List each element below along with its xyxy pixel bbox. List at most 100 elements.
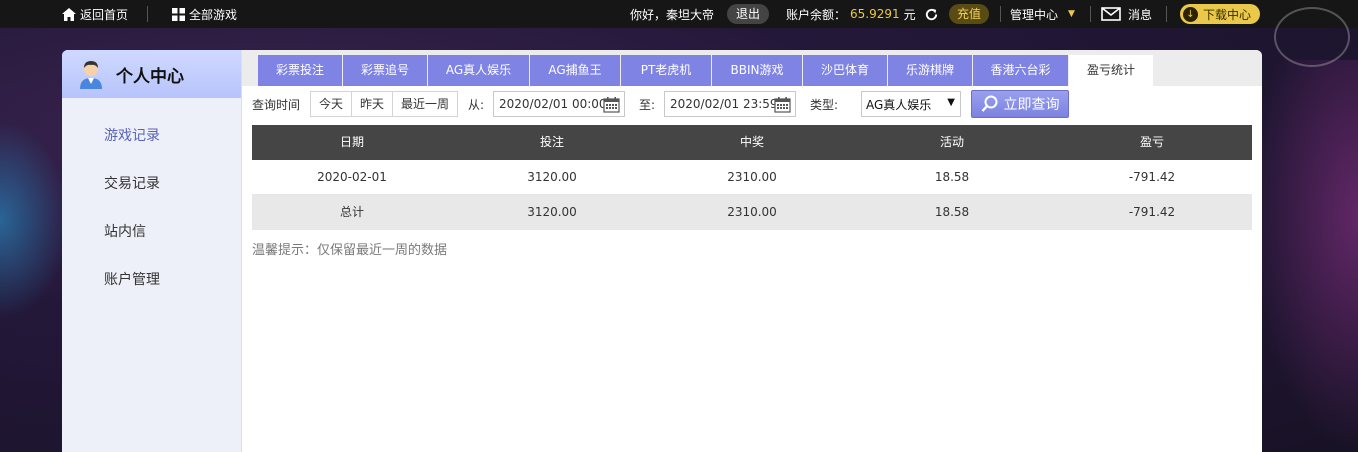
divider — [147, 6, 148, 22]
tab-leyou-chess[interactable]: 乐游棋牌 — [888, 55, 972, 86]
tab-bar: 彩票投注 彩票追号 AG真人娱乐 AG捕鱼王 PT老虎机 BBIN游戏 沙巴体育… — [242, 50, 1262, 86]
table-cell: -791.42 — [1128, 205, 1176, 219]
to-label: 至: — [639, 97, 656, 112]
triangle-down-icon: ▼ — [947, 97, 955, 108]
download-center-pill: ↓ 下载中心 — [1180, 4, 1261, 24]
column-header-bet: 投注 — [539, 135, 564, 149]
sidebar-header: 个人中心 — [62, 50, 241, 98]
table-cell: -791.42 — [1128, 170, 1176, 184]
type-select-field[interactable]: AG真人娱乐 ▼ — [861, 90, 961, 118]
from-label: 从: — [468, 97, 485, 112]
today-button[interactable]: 今天 — [311, 92, 353, 116]
tab-bbin-games[interactable]: BBIN游戏 — [712, 55, 802, 86]
table-cell: 2020-02-01 — [317, 170, 387, 184]
logout-button[interactable]: 退出 — [727, 0, 770, 28]
retention-tip: 温馨提示：仅保留最近一周的数据 — [252, 243, 448, 258]
divider — [1000, 6, 1001, 22]
table-cell: 3120.00 — [527, 205, 577, 219]
to-date-value: 2020/02/01 23:59 — [670, 97, 778, 111]
table-cell: 3120.00 — [527, 170, 577, 184]
download-icon: ↓ — [1183, 6, 1198, 22]
query-now-label: 立即查询 — [1003, 97, 1060, 113]
type-select[interactable]: AG真人娱乐 ▼ — [861, 91, 961, 117]
divider — [1166, 6, 1167, 22]
quick-range-buttons: 今天 昨天 最近一周 — [310, 91, 459, 117]
home-link[interactable]: 返回首页 — [62, 0, 128, 28]
watermark-seal — [1274, 7, 1350, 67]
balance-label: 账户余额： — [786, 7, 847, 22]
divider — [1090, 6, 1091, 22]
download-center-button[interactable]: ↓ 下载中心 — [1180, 0, 1261, 28]
tab-profit-loss[interactable]: 盈亏统计 — [1069, 55, 1153, 86]
tab-lottery-bets[interactable]: 彩票投注 — [258, 55, 342, 86]
from-date-input[interactable]: 2020/02/01 00:00 — [493, 91, 625, 117]
table-total-row: 总计 3120.00 2310.00 18.58 -791.42 — [252, 195, 1252, 230]
refresh-icon — [925, 8, 938, 20]
table-header: 日期 投注 中奖 活动 盈亏 — [252, 125, 1252, 160]
sidebar-title: 个人中心 — [116, 66, 184, 87]
manage-center-menu[interactable]: 管理中心 ▼ — [1010, 0, 1075, 28]
download-center-label: 下载中心 — [1203, 7, 1252, 22]
query-time-label: 查询时间 — [252, 97, 301, 112]
to-date-field[interactable]: 2020/02/01 23:59 — [664, 90, 796, 118]
quick-range-group: 今天 昨天 最近一周 — [310, 90, 459, 118]
top-bar: 返回首页 全部游戏 你好，秦坦大帝 退出 账户余额： 65.9291 元 充值 … — [0, 0, 1358, 28]
balance-display: 账户余额： 65.9291 元 — [786, 0, 916, 28]
calendar-icon[interactable] — [603, 96, 620, 113]
all-games-label: 全部游戏 — [189, 7, 238, 22]
column-header-promo: 活动 — [939, 135, 964, 149]
table-row: 2020-02-01 3120.00 2310.00 18.58 -791.42 — [252, 160, 1252, 195]
sidebar-item-account-management[interactable]: 账户管理 — [62, 256, 241, 304]
tab-ag-live[interactable]: AG真人娱乐 — [428, 55, 529, 86]
yesterday-button[interactable]: 昨天 — [352, 92, 394, 116]
logout-button-label: 退出 — [727, 4, 770, 24]
table-cell: 18.58 — [934, 170, 970, 184]
tab-ag-fishing[interactable]: AG捕鱼王 — [530, 55, 620, 86]
table-cell: 总计 — [339, 205, 364, 219]
recharge-button-label: 充值 — [949, 4, 990, 24]
recharge-button[interactable]: 充值 — [949, 0, 990, 28]
tab-hk-mark-six[interactable]: 香港六台彩 — [973, 55, 1068, 86]
sidebar: 个人中心 游戏记录 交易记录 站内信 账户管理 — [62, 50, 242, 452]
from-date-field[interactable]: 2020/02/01 00:00 — [493, 90, 625, 118]
background-glow-right — [1248, 60, 1358, 452]
greeting-text: 你好，秦坦大帝 — [630, 7, 715, 22]
from-date-value: 2020/02/01 00:00 — [499, 97, 607, 111]
to-date-input[interactable]: 2020/02/01 23:59 — [664, 91, 796, 117]
balance-unit: 元 — [903, 7, 916, 22]
sidebar-item-inbox[interactable]: 站内信 — [62, 208, 241, 256]
messages-link[interactable]: 消息 — [1101, 0, 1152, 28]
home-icon — [62, 7, 76, 21]
sidebar-item-transaction-records[interactable]: 交易记录 — [62, 160, 241, 208]
tab-saba-sports[interactable]: 沙巴体育 — [803, 55, 887, 86]
all-games-link[interactable]: 全部游戏 — [172, 0, 237, 28]
type-select-value: AG真人娱乐 — [866, 97, 932, 112]
tab-list: 彩票投注 彩票追号 AG真人娱乐 AG捕鱼王 PT老虎机 BBIN游戏 沙巴体育… — [258, 55, 1262, 86]
tab-lottery-chase[interactable]: 彩票追号 — [343, 55, 427, 86]
profit-loss-table: 日期 投注 中奖 活动 盈亏 2020-02-01 3120.00 2310.0… — [252, 125, 1252, 230]
query-button-wrap: 立即查询 — [971, 90, 1069, 118]
filter-bar: 查询时间 今天 昨天 最近一周 从: 2020/02/01 00:00 至: 2… — [252, 90, 1252, 120]
table-cell: 2310.00 — [727, 205, 777, 219]
home-link-label: 返回首页 — [80, 7, 129, 22]
sidebar-menu: 游戏记录 交易记录 站内信 账户管理 — [62, 112, 241, 304]
column-header-win: 中奖 — [739, 135, 764, 149]
type-label: 类型: — [810, 97, 839, 112]
manage-center-label: 管理中心 — [1010, 7, 1059, 22]
last-week-button[interactable]: 最近一周 — [393, 92, 457, 116]
sidebar-item-game-records[interactable]: 游戏记录 — [62, 112, 241, 160]
search-icon — [981, 95, 997, 112]
column-header-profit-loss: 盈亏 — [1139, 135, 1164, 149]
balance-value: 65.9291 — [850, 7, 900, 21]
caret-down-icon: ▼ — [1068, 9, 1075, 19]
calendar-icon[interactable] — [774, 96, 791, 113]
background-glow-left — [0, 120, 70, 320]
query-now-button[interactable]: 立即查询 — [971, 90, 1069, 118]
table-cell: 18.58 — [934, 205, 970, 219]
mail-icon — [1101, 7, 1121, 21]
tab-pt-slots[interactable]: PT老虎机 — [621, 55, 711, 86]
grid-icon — [172, 7, 185, 21]
user-avatar-icon — [80, 61, 102, 89]
column-header-date: 日期 — [339, 135, 364, 149]
refresh-button[interactable] — [924, 0, 939, 28]
